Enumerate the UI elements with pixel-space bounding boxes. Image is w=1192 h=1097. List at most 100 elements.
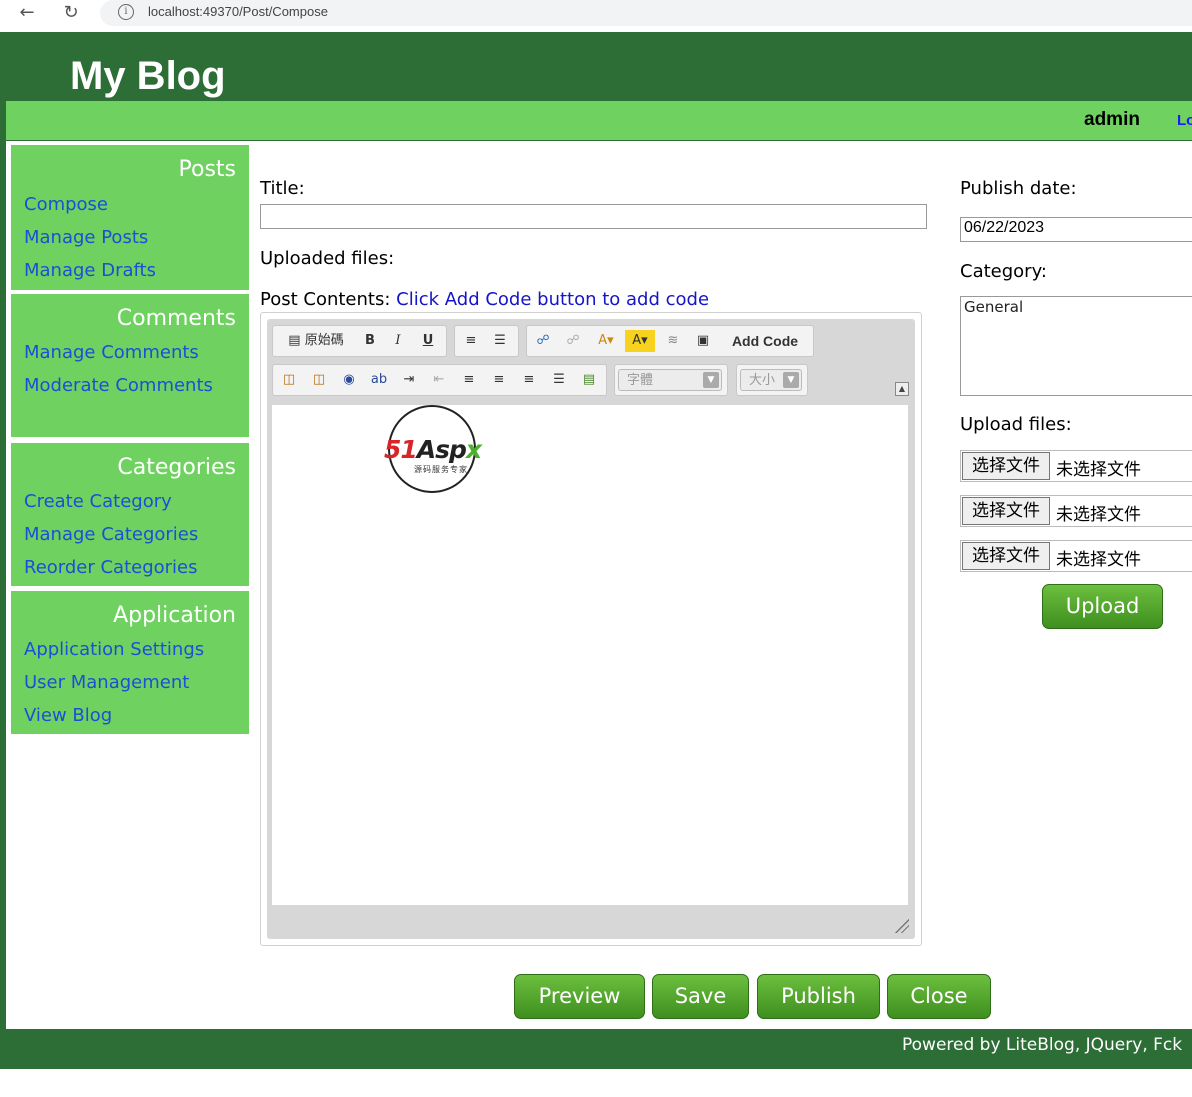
category-option[interactable]: General — [964, 298, 1192, 316]
collapse-toolbar-icon[interactable]: ▲ — [895, 382, 909, 396]
justify-icon[interactable]: ☰ — [547, 369, 571, 391]
site-footer: Powered by LiteBlog, JQuery, Fck — [6, 1029, 1192, 1069]
chevron-down-icon: ▼ — [703, 372, 719, 388]
insert-image-icon[interactable]: ▤ — [577, 369, 601, 391]
post-contents-label: Post Contents: Click Add Code button to … — [260, 289, 709, 310]
sidebar-section-title: Posts — [178, 157, 237, 182]
source-button-label: 原始碼 — [304, 333, 344, 348]
toolbar-group-font: 字體 ▼ — [614, 364, 728, 396]
toolbar-group-size: 大小 ▼ — [736, 364, 808, 396]
align-center-icon[interactable]: ≡ — [487, 369, 511, 391]
info-icon[interactable]: i — [118, 4, 134, 20]
text-color-icon[interactable]: A▾ — [591, 330, 621, 352]
site-title: My Blog — [70, 54, 226, 98]
italic-icon[interactable]: I — [387, 330, 409, 352]
unordered-list-icon[interactable]: ☰ — [488, 330, 512, 352]
logout-link[interactable]: Lo — [1177, 112, 1192, 129]
chevron-down-icon: ▼ — [783, 372, 799, 388]
sidebar-section-categories: Categories Create Category Manage Catego… — [11, 443, 249, 586]
logo-wordmark: 51Aspx — [384, 435, 482, 464]
sidebar-link-create-category[interactable]: Create Category — [24, 491, 172, 512]
category-listbox[interactable]: General — [960, 296, 1192, 396]
sidebar-link-manage-posts[interactable]: Manage Posts — [24, 227, 148, 248]
flash-icon[interactable]: ≋ — [661, 330, 685, 352]
editor-content-area[interactable]: 51Aspx 源码服务专家 — [272, 405, 908, 905]
link-icon[interactable]: ☍ — [531, 330, 555, 352]
paste-word-icon[interactable]: ◫ — [307, 369, 331, 391]
upload-files-label: Upload files: — [960, 414, 1072, 435]
file-input-2[interactable]: 选择文件 未选择文件 — [960, 495, 1192, 527]
find-icon[interactable]: ◉ — [337, 369, 361, 391]
sidebar-section-title: Categories — [117, 455, 236, 480]
upload-button[interactable]: Upload — [1042, 584, 1163, 629]
indent-icon[interactable]: ⇥ — [397, 369, 421, 391]
size-select[interactable]: 大小 ▼ — [740, 369, 802, 391]
unlink-icon[interactable]: ☍ — [561, 330, 585, 352]
sidebar-link-reorder-categories[interactable]: Reorder Categories — [24, 557, 198, 578]
file-status-label: 未选择文件 — [1056, 460, 1141, 480]
choose-file-button[interactable]: 选择文件 — [962, 497, 1050, 525]
add-code-button[interactable]: Add Code — [723, 330, 807, 352]
align-left-icon[interactable]: ≡ — [457, 369, 481, 391]
underline-icon[interactable]: U — [417, 330, 439, 352]
browser-toolbar: ← ↻ i localhost:49370/Post/Compose — [0, 0, 1192, 26]
choose-file-button[interactable]: 选择文件 — [962, 452, 1050, 480]
url-text: localhost:49370/Post/Compose — [148, 4, 328, 19]
paste-icon[interactable]: ◫ — [277, 369, 301, 391]
bold-icon[interactable]: B — [359, 330, 381, 352]
background-color-icon[interactable]: A▾ — [625, 330, 655, 352]
sidebar-section-application: Application Application Settings User Ma… — [11, 591, 249, 734]
align-right-icon[interactable]: ≡ — [517, 369, 541, 391]
publish-date-input[interactable]: 06/22/2023 — [960, 217, 1192, 242]
sidebar-link-application-settings[interactable]: Application Settings — [24, 639, 204, 660]
user-bar: admin Lo — [6, 101, 1192, 140]
font-select[interactable]: 字體 ▼ — [618, 369, 722, 391]
file-status-label: 未选择文件 — [1056, 550, 1141, 570]
resize-grip-icon[interactable] — [895, 919, 909, 933]
sidebar-link-view-blog[interactable]: View Blog — [24, 705, 112, 726]
size-select-placeholder: 大小 — [749, 373, 776, 388]
uploaded-files-label: Uploaded files: — [260, 248, 395, 269]
post-contents-label-text: Post Contents: — [260, 289, 391, 310]
reload-icon[interactable]: ↻ — [60, 2, 82, 24]
file-input-1[interactable]: 选择文件 未选择文件 — [960, 450, 1192, 482]
replace-icon[interactable]: ab — [367, 369, 391, 391]
sidebar-link-manage-comments[interactable]: Manage Comments — [24, 342, 199, 363]
choose-file-button[interactable]: 选择文件 — [962, 542, 1050, 570]
file-input-3[interactable]: 选择文件 未选择文件 — [960, 540, 1192, 572]
publish-button[interactable]: Publish — [757, 974, 880, 1019]
ordered-list-icon[interactable]: ≡ — [459, 330, 483, 352]
toolbar-group-insert: ☍ ☍ A▾ A▾ ≋ ▣ Add Code — [526, 325, 814, 357]
back-arrow-icon[interactable]: ← — [16, 2, 38, 24]
site-header: My Blog — [6, 32, 1192, 100]
sidebar-link-compose[interactable]: Compose — [24, 194, 108, 215]
sidebar-link-manage-categories[interactable]: Manage Categories — [24, 524, 198, 545]
sidebar-section-comments: Comments Manage Comments Moderate Commen… — [11, 294, 249, 437]
toolbar-group-format: ▤ 原始碼 B I U — [272, 325, 447, 357]
image-properties-icon[interactable]: ▣ — [691, 330, 715, 352]
51aspx-logo: 51Aspx 源码服务专家 — [384, 405, 482, 493]
page-frame: My Blog admin Lo Posts Compose Manage Po… — [0, 32, 1192, 1069]
category-label: Category: — [960, 261, 1047, 282]
source-button[interactable]: ▤ 原始碼 — [277, 330, 355, 352]
sidebar-link-user-management[interactable]: User Management — [24, 672, 189, 693]
footer-credits: Powered by LiteBlog, JQuery, Fck — [902, 1035, 1183, 1055]
font-select-placeholder: 字體 — [627, 373, 654, 388]
file-status-label: 未选择文件 — [1056, 505, 1141, 525]
address-bar[interactable]: i localhost:49370/Post/Compose — [100, 0, 1192, 26]
add-code-hint: Click Add Code button to add code — [396, 289, 710, 310]
publish-date-label: Publish date: — [960, 178, 1077, 199]
document-icon: ▤ — [288, 333, 301, 348]
username-label: admin — [1084, 109, 1140, 130]
close-button[interactable]: Close — [887, 974, 991, 1019]
outdent-icon[interactable]: ⇤ — [427, 369, 451, 391]
sidebar-section-title: Application — [113, 603, 236, 628]
logo-subtitle: 源码服务专家 — [414, 465, 468, 474]
title-input[interactable] — [260, 204, 927, 229]
sidebar-link-manage-drafts[interactable]: Manage Drafts — [24, 260, 156, 281]
preview-button[interactable]: Preview — [514, 974, 645, 1019]
title-label: Title: — [260, 178, 305, 199]
save-button[interactable]: Save — [652, 974, 749, 1019]
sidebar-link-moderate-comments[interactable]: Moderate Comments — [24, 375, 213, 396]
toolbar-group-lists: ≡ ☰ — [454, 325, 519, 357]
